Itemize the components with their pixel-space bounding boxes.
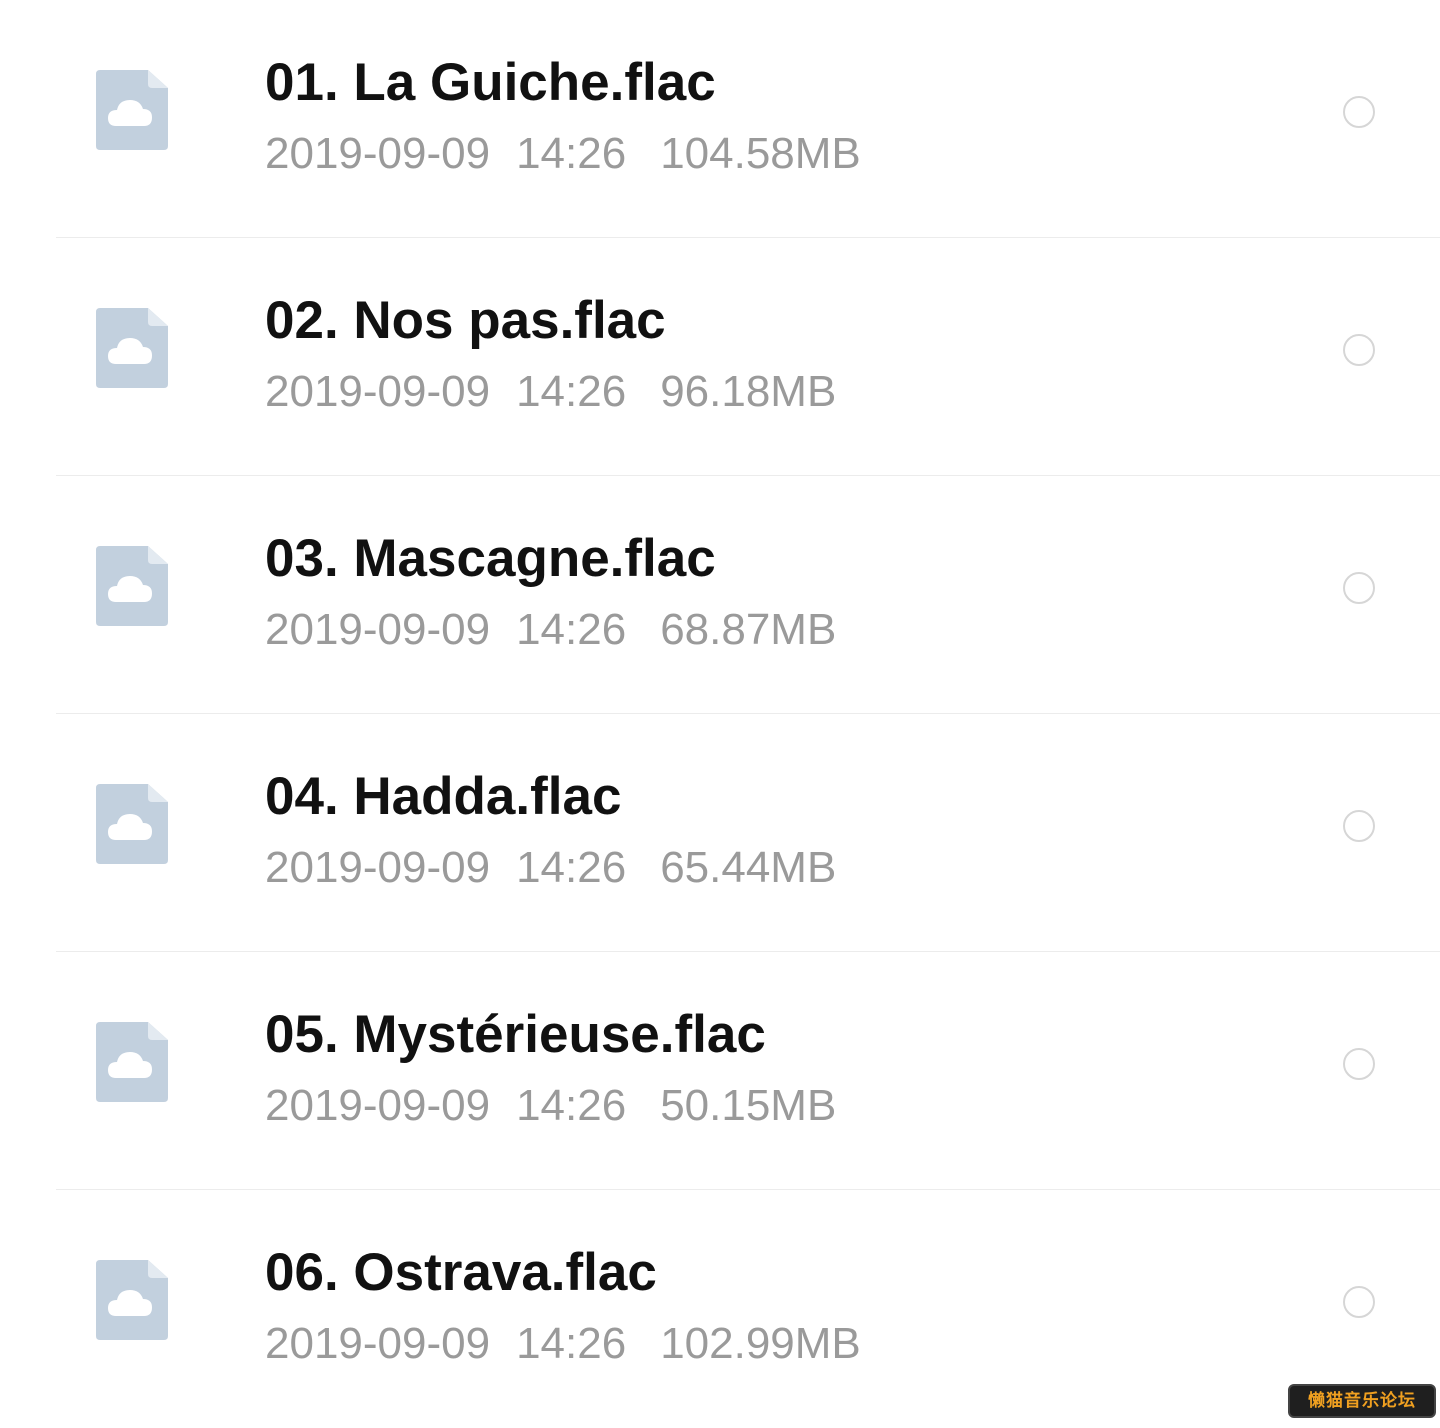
file-size: 50.15MB: [660, 1081, 837, 1130]
file-date: 2019-09-09: [265, 605, 491, 654]
select-radio[interactable]: [1343, 810, 1375, 842]
cloud-file-icon: [96, 784, 168, 864]
file-meta: 2019-09-09 14:26 68.87MB: [265, 604, 836, 656]
cloud-file-icon: [96, 70, 168, 150]
file-meta: 2019-09-09 14:26 104.58MB: [265, 128, 861, 180]
select-radio[interactable]: [1343, 572, 1375, 604]
file-meta: 2019-09-09 14:26 65.44MB: [265, 842, 836, 894]
file-name: 05. Mystérieuse.flac: [265, 1005, 766, 1064]
file-date: 2019-09-09: [265, 367, 491, 416]
file-size: 68.87MB: [660, 605, 837, 654]
file-row[interactable]: 01. La Guiche.flac 2019-09-09 14:26 104.58…: [0, 0, 1440, 238]
file-name: 01. La Guiche.flac: [265, 53, 716, 112]
select-radio[interactable]: [1343, 96, 1375, 128]
cloud-file-icon: [96, 308, 168, 388]
file-row[interactable]: 03. Mascagne.flac 2019-09-09 14:26 68.87MB: [0, 476, 1440, 714]
file-name: 06. Ostrava.flac: [265, 1243, 657, 1302]
cloud-file-icon: [96, 1260, 168, 1340]
select-radio[interactable]: [1343, 1048, 1375, 1080]
file-date: 2019-09-09: [265, 1081, 491, 1130]
file-time: 14:26: [516, 843, 627, 892]
file-row[interactable]: 05. Mystérieuse.flac 2019-09-09 14:26 50.1…: [0, 952, 1440, 1190]
select-radio[interactable]: [1343, 334, 1375, 366]
file-row[interactable]: 02. Nos pas.flac 2019-09-09 14:26 96.18MB: [0, 238, 1440, 476]
file-time: 14:26: [516, 129, 627, 178]
file-size: 102.99MB: [660, 1319, 861, 1368]
file-time: 14:26: [516, 605, 627, 654]
file-name: 02. Nos pas.flac: [265, 291, 666, 350]
file-list: 01. La Guiche.flac 2019-09-09 14:26 104.58…: [0, 0, 1440, 1428]
file-row[interactable]: 06. Ostrava.flac 2019-09-09 14:26 102.99MB: [0, 1190, 1440, 1428]
file-meta: 2019-09-09 14:26 96.18MB: [265, 366, 836, 418]
select-radio[interactable]: [1343, 1286, 1375, 1318]
file-date: 2019-09-09: [265, 129, 491, 178]
file-time: 14:26: [516, 1319, 627, 1368]
forum-watermark: 懒猫音乐论坛: [1288, 1384, 1436, 1418]
file-size: 104.58MB: [660, 129, 861, 178]
file-date: 2019-09-09: [265, 843, 491, 892]
file-size: 65.44MB: [660, 843, 837, 892]
file-meta: 2019-09-09 14:26 50.15MB: [265, 1080, 836, 1132]
file-name: 03. Mascagne.flac: [265, 529, 716, 588]
cloud-file-icon: [96, 546, 168, 626]
file-meta: 2019-09-09 14:26 102.99MB: [265, 1318, 861, 1370]
file-time: 14:26: [516, 1081, 627, 1130]
file-name: 04. Hadda.flac: [265, 767, 622, 826]
file-date: 2019-09-09: [265, 1319, 491, 1368]
file-size: 96.18MB: [660, 367, 837, 416]
cloud-file-icon: [96, 1022, 168, 1102]
file-row[interactable]: 04. Hadda.flac 2019-09-09 14:26 65.44MB: [0, 714, 1440, 952]
file-time: 14:26: [516, 367, 627, 416]
